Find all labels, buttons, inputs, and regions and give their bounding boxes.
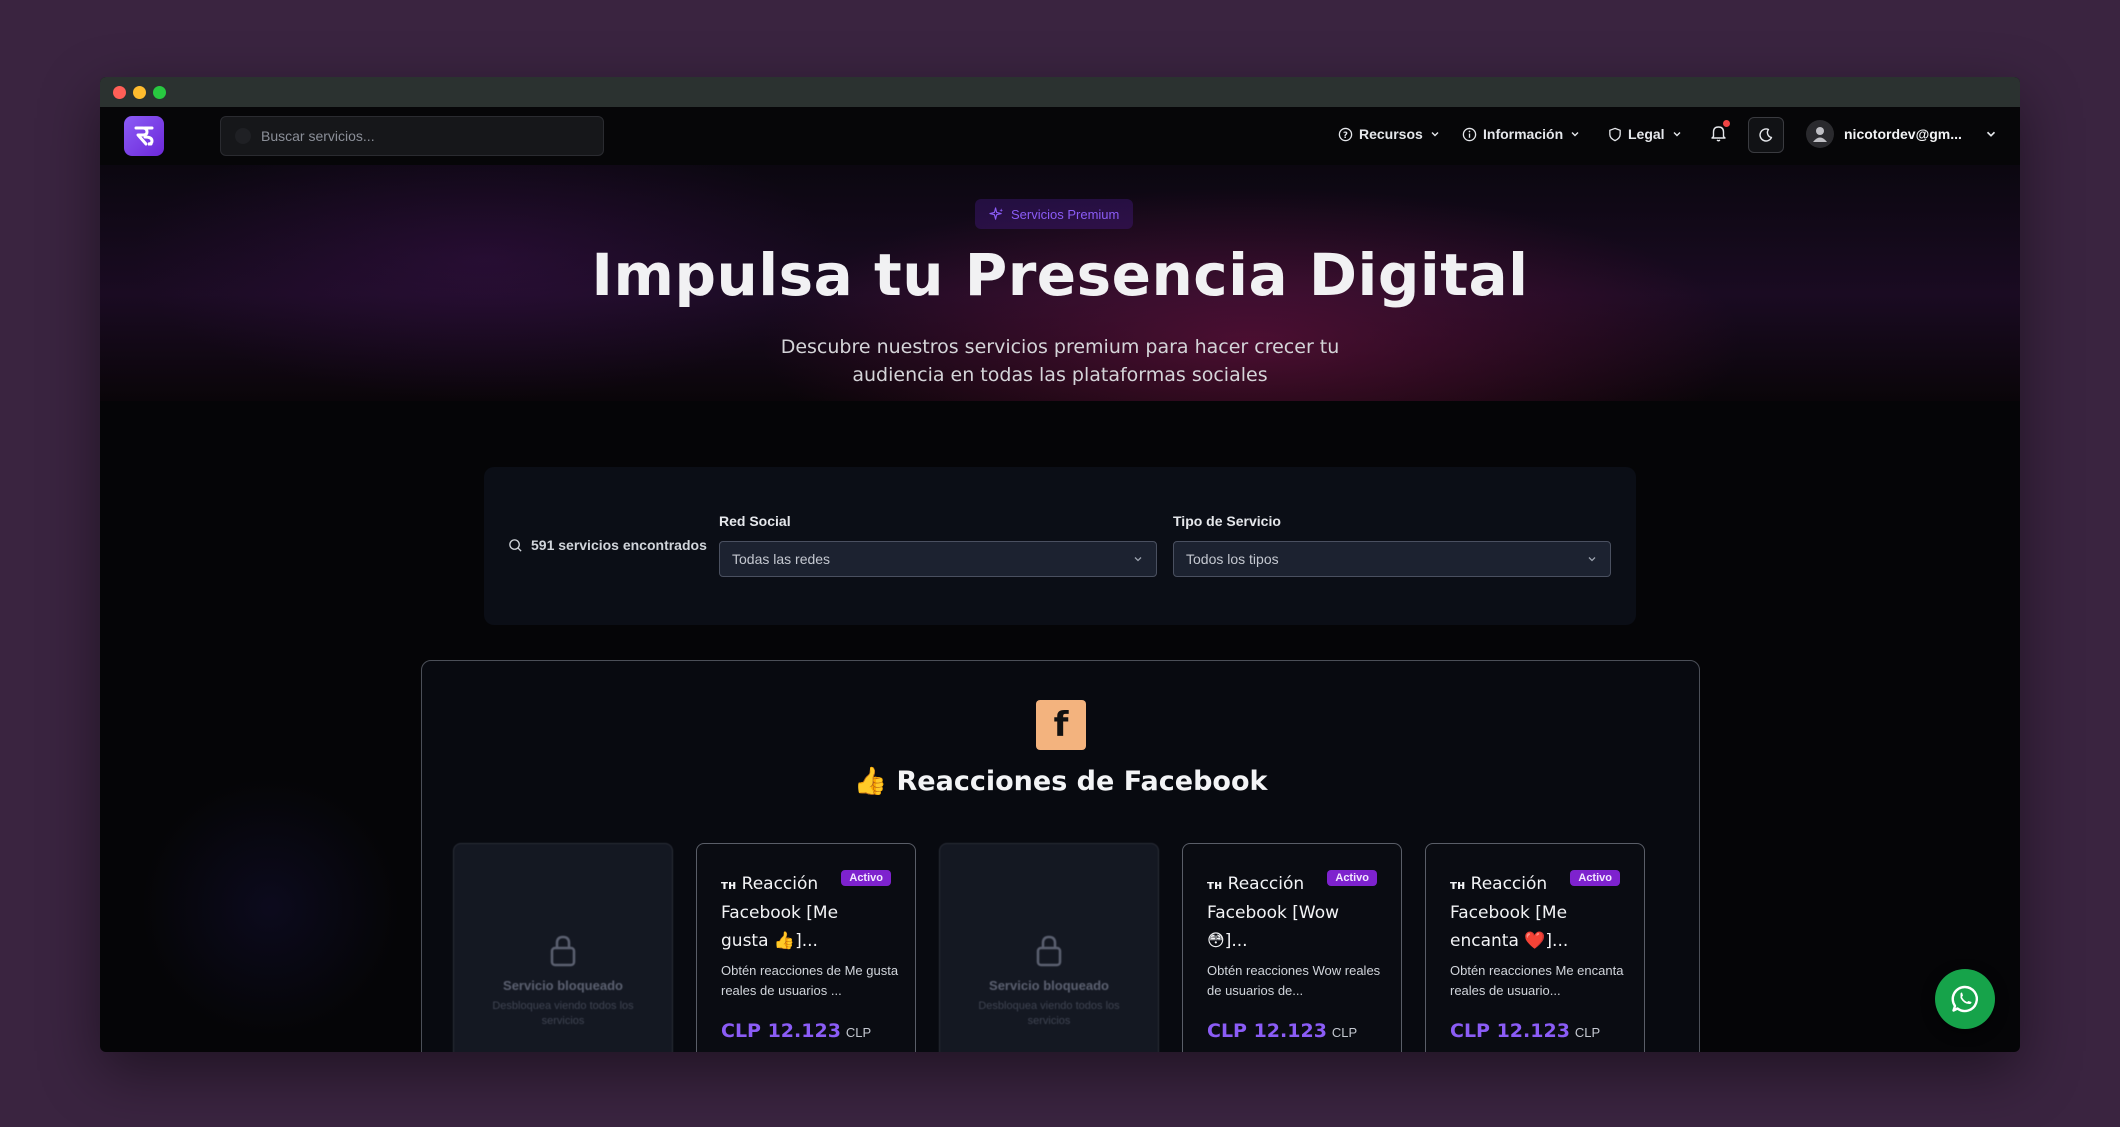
lock-icon bbox=[1036, 935, 1062, 967]
service-card-prefix: ᴛʜ bbox=[721, 878, 737, 892]
service-type-value: Todos los tipos bbox=[1186, 551, 1279, 567]
service-card-price: CLP 12.123 CLP bbox=[1207, 1020, 1357, 1042]
chevron-down-icon bbox=[1588, 557, 1596, 562]
moon-icon bbox=[1759, 128, 1773, 142]
chevron-down-icon bbox=[1134, 557, 1142, 562]
type-filter-label: Tipo de Servicio bbox=[1173, 513, 1281, 529]
results-count-text: 591 servicios encontrados bbox=[531, 537, 707, 553]
service-type-select[interactable]: Todos los tipos bbox=[1173, 541, 1611, 577]
locked-card-title: Servicio bloqueado bbox=[989, 978, 1109, 993]
price-amount: CLP 12.123 bbox=[721, 1020, 841, 1042]
service-card-title-text: Reacción Facebook [Me gusta 👍]... bbox=[721, 874, 839, 951]
social-network-value: Todas las redes bbox=[732, 551, 831, 567]
shield-icon bbox=[1609, 127, 1621, 141]
facebook-letter: f bbox=[1053, 705, 1069, 745]
page-subtitle: Descubre nuestros servicios premium para… bbox=[780, 336, 1340, 386]
service-card-prefix: ᴛʜ bbox=[1207, 878, 1223, 892]
app-logo[interactable] bbox=[124, 116, 164, 156]
nav-recursos[interactable]: ? Recursos bbox=[1338, 126, 1441, 142]
service-card-description: Obtén reacciones de Me gusta reales de u… bbox=[721, 963, 899, 998]
background-glow bbox=[140, 777, 400, 1037]
service-card-price: CLP 12.123 CLP bbox=[721, 1020, 871, 1042]
window-titlebar bbox=[100, 77, 2020, 107]
logo-icon bbox=[134, 126, 154, 146]
service-card-title-text: Reacción Facebook [Me encanta ❤️]... bbox=[1450, 874, 1569, 951]
hero-section: Servicios Premium Impulsa tu Presencia D… bbox=[100, 165, 2020, 401]
theme-toggle-button[interactable] bbox=[1748, 117, 1784, 153]
chevron-down-icon bbox=[1431, 132, 1439, 137]
status-badge: Activo bbox=[1570, 870, 1620, 886]
price-currency: CLP bbox=[845, 1025, 872, 1040]
browser-window: ? Recursos Información Legal nicotordev@… bbox=[100, 77, 2020, 1052]
search-icon bbox=[235, 128, 251, 144]
page-title: Impulsa tu Presencia Digital bbox=[591, 241, 1529, 309]
user-menu[interactable]: nicotordev@gm... bbox=[1806, 120, 1998, 148]
service-card[interactable]: ᴛʜ Reacción Facebook [Me encanta ❤️]... … bbox=[1425, 843, 1645, 1052]
info-icon bbox=[1462, 127, 1477, 141]
locked-card-subtitle: Desbloquea viendo todos los servicios bbox=[978, 1000, 1120, 1027]
status-badge: Activo bbox=[1327, 870, 1377, 886]
nav-recursos-label: Recursos bbox=[1359, 126, 1423, 142]
chevron-down-icon bbox=[1673, 132, 1681, 137]
service-card-description: Obtén reacciones Me encanta reales de us… bbox=[1450, 963, 1624, 998]
maximize-window-button[interactable] bbox=[153, 86, 166, 99]
user-avatar-icon bbox=[1813, 127, 1827, 142]
status-badge: Activo bbox=[841, 870, 891, 886]
search-input[interactable] bbox=[261, 128, 581, 144]
notifications-button[interactable] bbox=[1710, 120, 1730, 146]
service-card-prefix: ᴛʜ bbox=[1450, 878, 1466, 892]
service-card-title-text: Reacción Facebook [Wow 😳]... bbox=[1207, 874, 1340, 951]
lock-icon bbox=[550, 935, 576, 967]
user-email: nicotordev@gm... bbox=[1844, 126, 1962, 142]
price-currency: CLP bbox=[1574, 1025, 1601, 1040]
minimize-window-button[interactable] bbox=[133, 86, 146, 99]
locked-service-card[interactable]: Servicio bloqueado Desbloquea viendo tod… bbox=[453, 843, 673, 1052]
price-amount: CLP 12.123 bbox=[1207, 1020, 1327, 1042]
nav-informacion[interactable]: Información bbox=[1462, 126, 1581, 142]
nav-informacion-label: Información bbox=[1483, 126, 1564, 142]
service-card[interactable]: ᴛʜ Reacción Facebook [Me gusta 👍]... Act… bbox=[696, 843, 916, 1052]
locked-service-card[interactable]: Servicio bloqueado Desbloquea viendo tod… bbox=[939, 843, 1159, 1052]
premium-badge: Servicios Premium bbox=[975, 199, 1134, 229]
nav-legal-label: Legal bbox=[1628, 126, 1665, 142]
service-card[interactable]: ᴛʜ Reacción Facebook [Wow 😳]... Activo O… bbox=[1182, 843, 1402, 1052]
section-title: 👍 Reacciones de Facebook bbox=[853, 766, 1268, 797]
avatar bbox=[1806, 120, 1834, 148]
sparkles-icon bbox=[989, 206, 1004, 220]
chevron-down-icon bbox=[1986, 131, 1995, 137]
search-bar[interactable] bbox=[220, 116, 604, 156]
service-card-price: CLP 12.123 CLP bbox=[1450, 1020, 1600, 1042]
whatsapp-button[interactable] bbox=[1935, 969, 1995, 1029]
chevron-down-icon bbox=[1571, 132, 1579, 137]
facebook-icon: f bbox=[1036, 700, 1086, 750]
facebook-reactions-section: f 👍 Reacciones de Facebook Servicio bloq… bbox=[421, 660, 1700, 1052]
social-filter-label: Red Social bbox=[719, 513, 791, 529]
svg-text:?: ? bbox=[1343, 129, 1348, 139]
search-icon bbox=[509, 538, 522, 552]
help-circle-icon: ? bbox=[1338, 127, 1353, 141]
locked-card-subtitle: Desbloquea viendo todos los servicios bbox=[492, 1000, 634, 1027]
nav-legal[interactable]: Legal bbox=[1608, 126, 1683, 142]
filter-panel: 591 servicios encontrados Red Social Tod… bbox=[484, 467, 1636, 625]
notification-dot bbox=[1723, 120, 1730, 127]
premium-badge-label: Servicios Premium bbox=[1011, 206, 1120, 222]
price-amount: CLP 12.123 bbox=[1450, 1020, 1570, 1042]
social-network-select[interactable]: Todas las redes bbox=[719, 541, 1157, 577]
top-navbar: ? Recursos Información Legal nicotordev@… bbox=[100, 107, 2020, 165]
whatsapp-icon bbox=[1951, 985, 1978, 1013]
locked-card-title: Servicio bloqueado bbox=[503, 978, 623, 993]
results-count: 591 servicios encontrados bbox=[508, 537, 707, 553]
price-currency: CLP bbox=[1331, 1025, 1358, 1040]
close-window-button[interactable] bbox=[113, 86, 126, 99]
service-card-description: Obtén reacciones Wow reales de usuarios … bbox=[1207, 963, 1381, 998]
